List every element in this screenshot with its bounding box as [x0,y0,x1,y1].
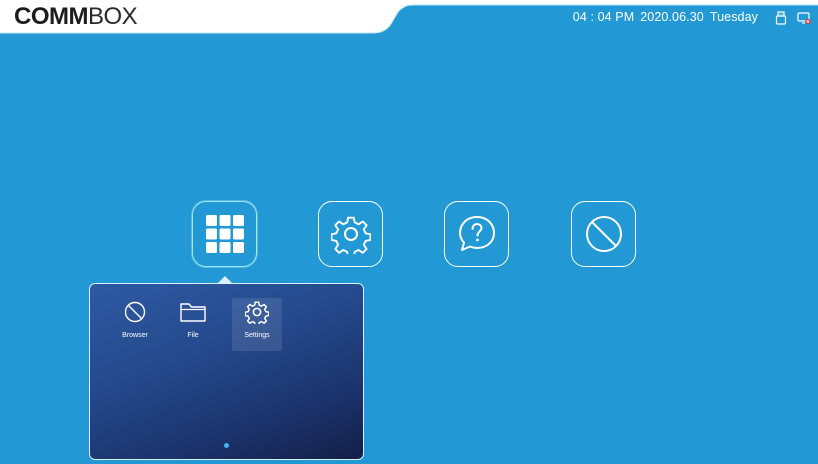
app-drawer-popup: Browser File Settings [89,283,364,460]
help-bubble-icon [458,216,495,251]
apps-button[interactable] [192,201,257,267]
clock-time: 04 : 04 PM [572,10,635,24]
help-button[interactable] [444,201,509,267]
folder-icon [180,303,206,322]
app-label: File [187,332,199,339]
logo-thin-text: BOX [87,3,138,30]
page-indicator-dot[interactable] [224,443,229,448]
screen-share-icon[interactable] [797,11,811,25]
clock-date: 2020.06.30 [640,10,704,24]
globe-icon [124,301,146,323]
app-label: Settings [244,332,270,339]
globe-icon [585,216,622,252]
logo-bold-text: COMM [14,3,88,30]
app-browser[interactable]: Browser [110,298,160,351]
gear-icon [330,216,371,254]
app-file[interactable]: File [168,298,218,351]
grid-icon [205,215,244,253]
home-screen: COMM BOX 04 : 04 PM 2020.06.30 Tuesday B… [0,0,818,464]
status-bar: 04 : 04 PM 2020.06.30 Tuesday [573,10,758,24]
gear-icon [245,301,269,324]
settings-button[interactable] [318,201,383,267]
clock-weekday: Tuesday [709,10,758,24]
app-settings[interactable]: Settings [232,298,282,351]
app-label: Browser [122,332,148,339]
browser-button[interactable] [571,201,636,267]
commbox-logo: COMM BOX [14,3,138,30]
usb-icon[interactable] [774,11,788,25]
